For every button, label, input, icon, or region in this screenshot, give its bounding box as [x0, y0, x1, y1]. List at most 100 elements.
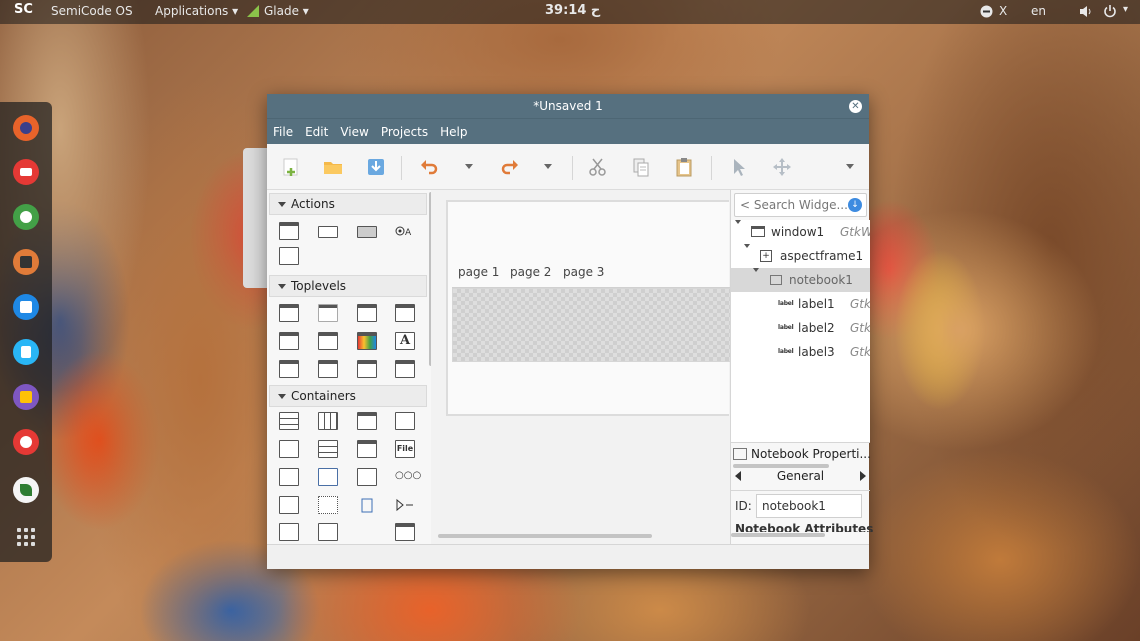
id-field[interactable]: notebook1	[756, 494, 862, 518]
properties-tab-general[interactable]: General	[731, 464, 870, 488]
save-icon[interactable]	[365, 156, 387, 178]
properties-scrollbar[interactable]	[731, 533, 825, 537]
button-box-widget-icon[interactable]: ○○○	[395, 468, 421, 486]
undo-history-chevron-icon[interactable]	[465, 164, 473, 169]
palette-group-actions[interactable]: Actions	[269, 193, 427, 215]
new-icon[interactable]	[280, 156, 302, 178]
tree-row[interactable]: label label1 Gtk	[731, 292, 870, 316]
toolbar-widget-icon[interactable]	[279, 468, 299, 486]
menu-file[interactable]: File	[273, 125, 293, 139]
scrolled-window-widget-icon[interactable]	[318, 523, 338, 541]
design-area-scrollbar[interactable]	[438, 534, 652, 538]
menu-projects[interactable]: Projects	[381, 125, 428, 139]
toolbar-overflow-chevron-icon[interactable]	[846, 164, 854, 169]
firefox-icon[interactable]	[13, 115, 39, 141]
semicode-logo[interactable]: SC	[14, 2, 40, 21]
redo-history-chevron-icon[interactable]	[544, 164, 552, 169]
cut-icon[interactable]	[587, 156, 609, 178]
notebook-placeholder[interactable]	[452, 288, 731, 362]
font-chooser-dialog-widget-icon[interactable]: A	[395, 332, 415, 350]
document-icon[interactable]	[13, 339, 39, 365]
event-box-widget-icon[interactable]	[357, 496, 377, 514]
drag-resize-icon[interactable]	[771, 156, 793, 178]
viewport-widget-icon[interactable]	[279, 523, 299, 541]
menu-view[interactable]: View	[340, 125, 368, 139]
radio-action-widget-icon[interactable]	[357, 226, 377, 238]
prev-tab-arrow-icon[interactable]	[735, 471, 741, 481]
window1-preview[interactable]: page 1 page 2 page 3	[446, 200, 731, 416]
color-chooser-dialog-widget-icon[interactable]	[357, 332, 377, 350]
grid-widget-icon[interactable]	[318, 412, 338, 430]
fixed-widget-icon[interactable]	[318, 496, 338, 514]
dialog-widget-icon[interactable]	[395, 304, 415, 322]
about-dialog-widget-icon[interactable]	[318, 332, 338, 350]
tree-row[interactable]: window1 GtkW	[731, 220, 870, 244]
application-window-widget-icon[interactable]	[357, 304, 377, 322]
chat-icon[interactable]	[13, 204, 39, 230]
assistant-widget-icon[interactable]	[395, 360, 415, 378]
power-menu-chevron-icon[interactable]: ▾	[1123, 4, 1128, 15]
overlay-widget-icon[interactable]	[357, 440, 377, 458]
applications-menu[interactable]: Applications ▾	[155, 4, 238, 18]
music-player-icon[interactable]	[13, 249, 39, 275]
tree-row[interactable]: notebook1	[731, 268, 870, 292]
open-folder-icon[interactable]	[322, 156, 344, 178]
aspect-frame-widget-icon[interactable]	[279, 440, 299, 458]
tree-row[interactable]: + aspectframe1	[731, 244, 870, 268]
files-icon[interactable]	[13, 384, 39, 410]
alignment-widget-icon[interactable]	[357, 523, 377, 541]
os-name[interactable]: SemiCode OS	[51, 4, 133, 18]
collapse-icon[interactable]	[744, 244, 750, 248]
undo-icon[interactable]	[419, 156, 441, 178]
tree-row[interactable]: label label3 Gtk	[731, 340, 870, 364]
notes-icon[interactable]	[13, 294, 39, 320]
select-pointer-icon[interactable]	[728, 156, 750, 178]
action-group-widget-icon[interactable]	[279, 247, 299, 265]
recent-chooser-dialog-widget-icon[interactable]	[357, 360, 377, 378]
paned-widget-icon[interactable]	[357, 468, 377, 486]
volume-icon[interactable]	[1079, 5, 1093, 21]
close-label[interactable]: X	[999, 4, 1007, 18]
file-chooser-dialog-widget-icon[interactable]	[318, 360, 338, 378]
message-dialog-widget-icon[interactable]	[279, 332, 299, 350]
palette-group-toplevels[interactable]: Toplevels	[269, 275, 427, 297]
menu-help[interactable]: Help	[440, 125, 467, 139]
paste-icon[interactable]	[673, 156, 695, 178]
palette-scrollbar[interactable]	[429, 192, 431, 366]
collapse-icon[interactable]	[753, 268, 759, 272]
app-chooser-dialog-widget-icon[interactable]	[279, 360, 299, 378]
semicode-icon[interactable]	[13, 477, 39, 503]
copy-icon[interactable]	[630, 156, 652, 178]
expander-widget-icon[interactable]	[395, 496, 415, 514]
close-circle-icon[interactable]	[980, 5, 993, 21]
notebook-widget-icon[interactable]	[357, 412, 377, 430]
frame-widget-icon[interactable]	[395, 412, 415, 430]
active-app-menu[interactable]: Glade ▾	[264, 4, 309, 18]
action-widget-icon[interactable]	[279, 222, 299, 240]
power-icon[interactable]	[1103, 4, 1117, 21]
window-widget-icon[interactable]	[279, 304, 299, 322]
revealer-widget-icon[interactable]	[395, 523, 415, 541]
window-titlebar[interactable]: *Unsaved 1 ✕	[267, 94, 869, 118]
clock[interactable]: 39:14 ح	[545, 3, 600, 18]
next-tab-arrow-icon[interactable]	[860, 471, 866, 481]
offscreen-window-widget-icon[interactable]	[318, 304, 338, 322]
mail-icon[interactable]	[13, 159, 39, 185]
list-box-widget-icon[interactable]	[318, 440, 338, 458]
menu-edit[interactable]: Edit	[305, 125, 328, 139]
window-close-icon[interactable]: ✕	[849, 100, 862, 113]
tool-palette-widget-icon[interactable]	[318, 468, 338, 486]
menu-bar-widget-icon[interactable]: File	[395, 440, 415, 458]
collapse-icon[interactable]	[735, 220, 741, 224]
tree-row[interactable]: label label2 Gtk	[731, 316, 870, 340]
redo-icon[interactable]	[498, 156, 520, 178]
app-grid-icon[interactable]	[17, 528, 35, 546]
recent-action-widget-icon[interactable]: A	[395, 224, 415, 242]
layout-widget-icon[interactable]	[279, 496, 299, 514]
search-down-icon[interactable]: ↓	[848, 198, 862, 212]
tab-page-1[interactable]: page 1	[458, 265, 499, 279]
tab-page-2[interactable]: page 2	[510, 265, 551, 279]
toggle-action-widget-icon[interactable]	[318, 226, 338, 238]
search-widgets-input[interactable]: < Search Widge... ↓	[734, 193, 867, 217]
language-indicator[interactable]: en	[1031, 4, 1046, 18]
